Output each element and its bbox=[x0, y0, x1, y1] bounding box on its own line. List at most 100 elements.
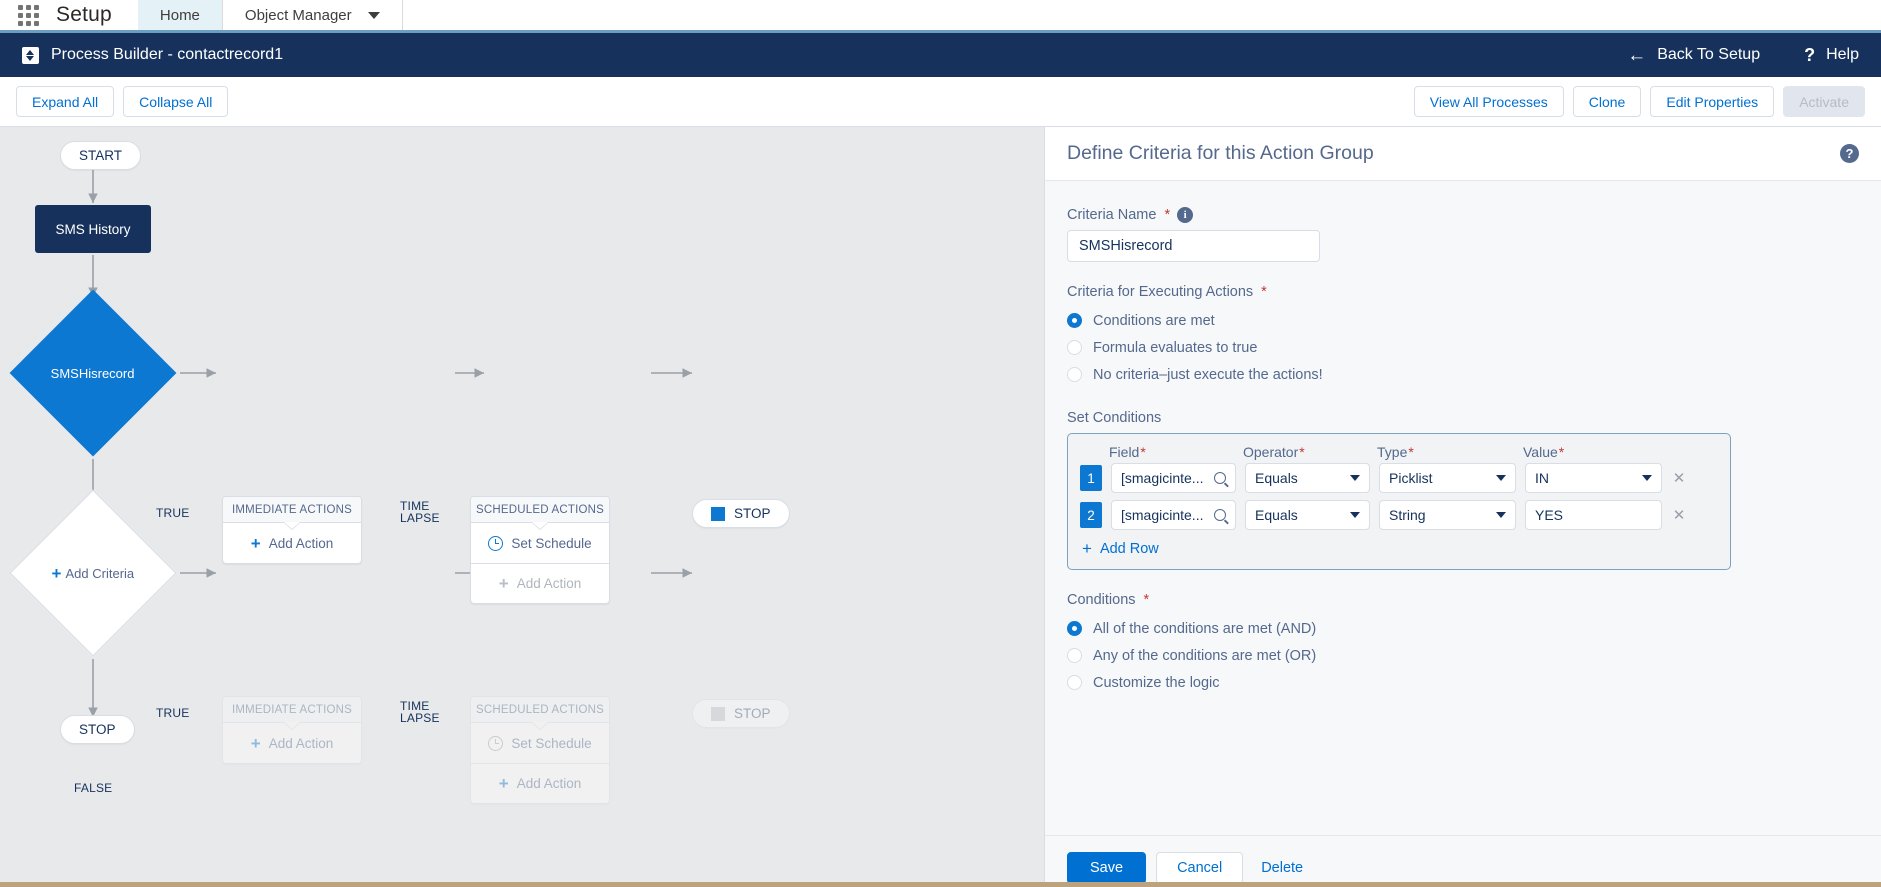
radio-customize-logic[interactable] bbox=[1067, 675, 1082, 690]
add-action-button-2[interactable]: + Add Action bbox=[471, 563, 609, 603]
add-row-button[interactable]: + Add Row bbox=[1080, 540, 1159, 557]
operator-select-1[interactable]: Equals bbox=[1245, 463, 1370, 493]
nav-tab-object-manager[interactable]: Object Manager bbox=[222, 0, 403, 30]
stop-pill-bottom[interactable]: STOP bbox=[60, 715, 135, 744]
app-launcher-button[interactable] bbox=[0, 0, 56, 30]
add-action-label-3: Add Action bbox=[268, 735, 334, 751]
radio-no-criteria[interactable] bbox=[1067, 367, 1082, 382]
operator-value-2: Equals bbox=[1255, 507, 1298, 523]
process-builder-icon bbox=[22, 46, 39, 64]
panel-header: Define Criteria for this Action Group ? bbox=[1045, 127, 1881, 181]
type-value-1: Picklist bbox=[1389, 470, 1433, 486]
help-circle-icon[interactable]: ? bbox=[1840, 144, 1859, 163]
scheduled-actions-box-2[interactable]: SCHEDULED ACTIONS Set Schedule + Add Act… bbox=[470, 696, 610, 804]
delete-link[interactable]: Delete bbox=[1253, 860, 1311, 876]
exec-option-conditions-are-met[interactable]: Conditions are met bbox=[1067, 307, 1859, 334]
criteria-diamond-selected[interactable]: SMSHisrecord bbox=[9, 289, 177, 457]
stop-node-1[interactable]: STOP bbox=[692, 499, 790, 528]
conditions-option-any-or[interactable]: Any of the conditions are met (OR) bbox=[1067, 642, 1859, 669]
conditions-header-row: Field* Operator* Type* Value* bbox=[1080, 444, 1718, 460]
field-input-2[interactable]: [smagicinte... bbox=[1111, 500, 1236, 530]
setup-app-title: Setup bbox=[56, 3, 112, 26]
required-asterisk: * bbox=[1261, 284, 1267, 300]
view-all-processes-button[interactable]: View All Processes bbox=[1413, 86, 1564, 117]
stop-label-1: STOP bbox=[734, 506, 771, 521]
criteria-node-2[interactable]: + Add Criteria bbox=[9, 489, 177, 657]
plus-icon: + bbox=[498, 574, 509, 593]
field-input-1[interactable]: [smagicinte... bbox=[1111, 463, 1236, 493]
immediate-actions-panel-1[interactable]: IMMEDIATE ACTIONS + Add Action bbox=[222, 496, 362, 564]
radio-all-conditions-and[interactable] bbox=[1067, 621, 1082, 636]
value-input-2[interactable]: YES bbox=[1525, 500, 1662, 530]
delete-row-2-close-icon[interactable]: ✕ bbox=[1671, 506, 1687, 524]
info-icon[interactable]: i bbox=[1177, 207, 1194, 223]
type-select-2[interactable]: String bbox=[1379, 500, 1516, 530]
panel-title: Define Criteria for this Action Group bbox=[1067, 142, 1374, 164]
time-lapse-line2-1: LAPSE bbox=[400, 511, 440, 525]
conditions-option-customize-logic[interactable]: Customize the logic bbox=[1067, 669, 1859, 696]
nav-tab-home[interactable]: Home bbox=[137, 0, 223, 30]
plus-icon: + bbox=[250, 733, 261, 753]
back-to-setup-link[interactable]: ← Back To Setup bbox=[1627, 46, 1760, 65]
condition-row-2: 2 [smagicinte... Equals String YES ✕ bbox=[1080, 500, 1718, 530]
field-value-1: [smagicinte... bbox=[1121, 470, 1204, 486]
scheduled-actions-box-1[interactable]: SCHEDULED ACTIONS Set Schedule + Add Act… bbox=[470, 496, 610, 604]
criteria-name-block: Criteria Name * i bbox=[1067, 207, 1859, 262]
value-select-1[interactable]: IN bbox=[1525, 463, 1662, 493]
start-node[interactable]: START bbox=[60, 141, 142, 170]
stop-pill-2: STOP bbox=[692, 699, 790, 728]
set-schedule-button-1[interactable]: Set Schedule bbox=[471, 523, 609, 563]
criteria-2-true-label: TRUE bbox=[156, 706, 190, 720]
condition-row-1: 1 [smagicinte... Equals Picklist IN ✕ bbox=[1080, 463, 1718, 493]
scheduled-actions-panel-1[interactable]: SCHEDULED ACTIONS Set Schedule + Add Act… bbox=[470, 496, 610, 604]
stop-node-bottom[interactable]: STOP bbox=[60, 715, 135, 744]
delete-row-1-close-icon[interactable]: ✕ bbox=[1671, 469, 1687, 487]
column-header-type: Type* bbox=[1377, 444, 1414, 460]
stop-square-icon bbox=[711, 706, 725, 721]
add-action-button-4[interactable]: + Add Action bbox=[471, 763, 609, 803]
conditions-option-all-and[interactable]: All of the conditions are met (AND) bbox=[1067, 615, 1859, 642]
search-icon[interactable] bbox=[1214, 509, 1226, 521]
type-select-1[interactable]: Picklist bbox=[1379, 463, 1516, 493]
add-action-button-1[interactable]: + Add Action bbox=[223, 523, 361, 563]
cancel-button[interactable]: Cancel bbox=[1156, 851, 1244, 884]
radio-conditions-are-met[interactable] bbox=[1067, 313, 1082, 328]
collapse-all-button[interactable]: Collapse All bbox=[123, 86, 229, 117]
app-launcher-waffle-icon bbox=[17, 4, 39, 26]
scheduled-actions-panel-2[interactable]: SCHEDULED ACTIONS Set Schedule + Add Act… bbox=[470, 696, 610, 804]
exec-option-no-criteria[interactable]: No criteria–just execute the actions! bbox=[1067, 361, 1859, 388]
help-link[interactable]: ? Help bbox=[1804, 45, 1859, 66]
clone-button[interactable]: Clone bbox=[1572, 86, 1642, 117]
object-node[interactable]: SMS History bbox=[35, 205, 151, 253]
exec-option-formula-evaluates-to-true[interactable]: Formula evaluates to true bbox=[1067, 334, 1859, 361]
radio-formula-evaluates-to-true[interactable] bbox=[1067, 340, 1082, 355]
search-icon[interactable] bbox=[1214, 472, 1226, 484]
save-button[interactable]: Save bbox=[1067, 851, 1147, 884]
radio-any-conditions-or[interactable] bbox=[1067, 648, 1082, 663]
immediate-actions-box-1[interactable]: IMMEDIATE ACTIONS + Add Action bbox=[222, 496, 362, 564]
add-criteria-content: + Add Criteria bbox=[52, 563, 135, 582]
time-lapse-label-1: TIME LAPSE bbox=[400, 500, 440, 524]
add-row-label: Add Row bbox=[1099, 540, 1159, 557]
edit-properties-button[interactable]: Edit Properties bbox=[1650, 86, 1775, 117]
required-asterisk: * bbox=[1164, 207, 1171, 223]
immediate-actions-panel-2[interactable]: IMMEDIATE ACTIONS + Add Action bbox=[222, 696, 362, 764]
criteria-1-true-label: TRUE bbox=[156, 506, 190, 520]
add-action-button-3[interactable]: + Add Action bbox=[223, 723, 361, 763]
expand-all-button[interactable]: Expand All bbox=[16, 86, 115, 117]
immediate-actions-box-2[interactable]: IMMEDIATE ACTIONS + Add Action bbox=[222, 696, 362, 764]
object-node-box[interactable]: SMS History bbox=[35, 205, 151, 253]
exec-option-label-0: Conditions are met bbox=[1093, 312, 1215, 329]
operator-select-2[interactable]: Equals bbox=[1245, 500, 1370, 530]
criteria-name-input[interactable] bbox=[1067, 230, 1320, 262]
stop-pill-1[interactable]: STOP bbox=[692, 499, 790, 528]
process-builder-bar-actions: ← Back To Setup ? Help bbox=[1627, 45, 1859, 66]
add-criteria-diamond[interactable]: + Add Criteria bbox=[9, 489, 177, 657]
criteria-node-1[interactable]: SMSHisrecord bbox=[9, 289, 177, 457]
question-mark-icon: ? bbox=[1804, 44, 1816, 65]
criteria-side-panel: Define Criteria for this Action Group ? … bbox=[1045, 127, 1881, 887]
set-schedule-button-2[interactable]: Set Schedule bbox=[471, 723, 609, 763]
activate-button: Activate bbox=[1783, 86, 1865, 117]
start-pill[interactable]: START bbox=[60, 141, 142, 170]
arrow-left-icon: ← bbox=[1627, 44, 1647, 66]
